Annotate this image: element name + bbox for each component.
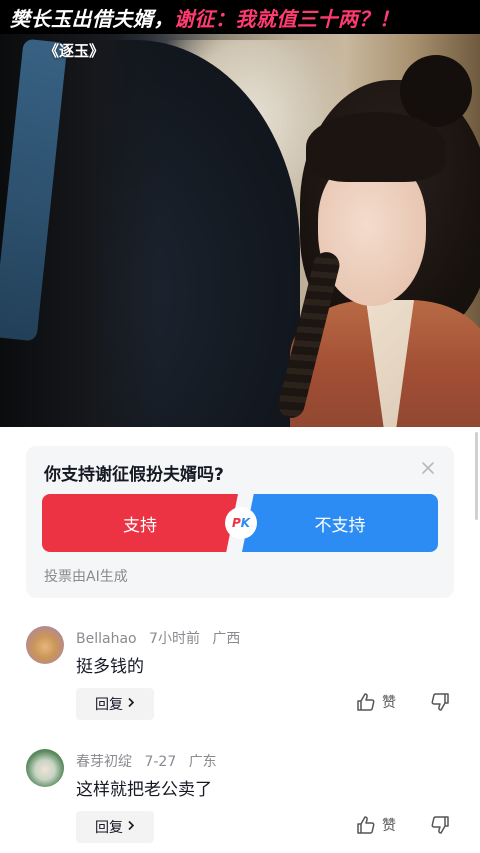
comment-item: 春芽初绽 7-27 广东 这样就把老公卖了 回复 赞	[0, 749, 480, 853]
comment-location: 广西	[212, 631, 241, 647]
pk-k: K	[240, 516, 251, 530]
reply-label: 回复	[95, 697, 123, 713]
show-title: 《逐玉》	[44, 42, 105, 60]
comment-username[interactable]: Bellahao	[76, 631, 137, 647]
like-button[interactable]: 赞	[356, 815, 396, 835]
reply-label: 回复	[95, 820, 123, 836]
headline-part2: 谢征：我就值三十两？！	[174, 6, 400, 31]
vote-support-button[interactable]: 支持	[42, 494, 238, 552]
chevron-right-icon	[127, 697, 135, 712]
like-label: 赞	[382, 695, 396, 711]
comment-time: 7-27	[144, 754, 177, 770]
comment-item: Bellahao 7小时前 广西 挺多钱的 回复 赞	[0, 626, 480, 746]
close-icon[interactable]	[418, 458, 438, 478]
headline-part1: 樊长玉出借夫婿，	[10, 6, 174, 31]
comment-location: 广东	[188, 754, 217, 770]
chevron-right-icon	[127, 820, 135, 835]
dislike-button[interactable]	[430, 815, 450, 839]
like-label: 赞	[382, 818, 396, 834]
comment-meta: 春芽初绽 7-27 广东	[76, 751, 225, 771]
pk-badge: PK	[225, 507, 257, 539]
thumbs-down-icon	[431, 816, 449, 834]
comment-time: 7小时前	[149, 631, 200, 647]
thumbs-up-icon	[357, 816, 375, 834]
avatar[interactable]	[26, 626, 64, 664]
dislike-button[interactable]	[430, 692, 450, 716]
scrollbar[interactable]	[475, 432, 478, 520]
video-headline: 樊长玉出借夫婿， 谢征：我就值三十两？！	[0, 0, 480, 34]
thumbs-down-icon	[431, 693, 449, 711]
like-button[interactable]: 赞	[356, 692, 396, 712]
comment-text: 这样就把老公卖了	[76, 780, 212, 800]
video-player[interactable]	[0, 0, 480, 427]
comment-text: 挺多钱的	[76, 657, 144, 677]
pk-p: P	[231, 516, 241, 530]
comment-meta: Bellahao 7小时前 广西	[76, 628, 248, 648]
vote-oppose-button[interactable]: 不支持	[242, 494, 438, 552]
poll-ai-note: 投票由AI生成	[44, 569, 128, 585]
comment-username[interactable]: 春芽初绽	[76, 754, 132, 770]
reply-button[interactable]: 回复	[76, 688, 154, 720]
avatar[interactable]	[26, 749, 64, 787]
thumbs-up-icon	[357, 693, 375, 711]
reply-button[interactable]: 回复	[76, 811, 154, 843]
poll-question: 你支持谢征假扮夫婿吗?	[44, 465, 224, 485]
poll-card: 你支持谢征假扮夫婿吗? 支持 不支持 PK 投票由AI生成	[26, 446, 454, 598]
video-actress-fringe	[306, 112, 446, 182]
